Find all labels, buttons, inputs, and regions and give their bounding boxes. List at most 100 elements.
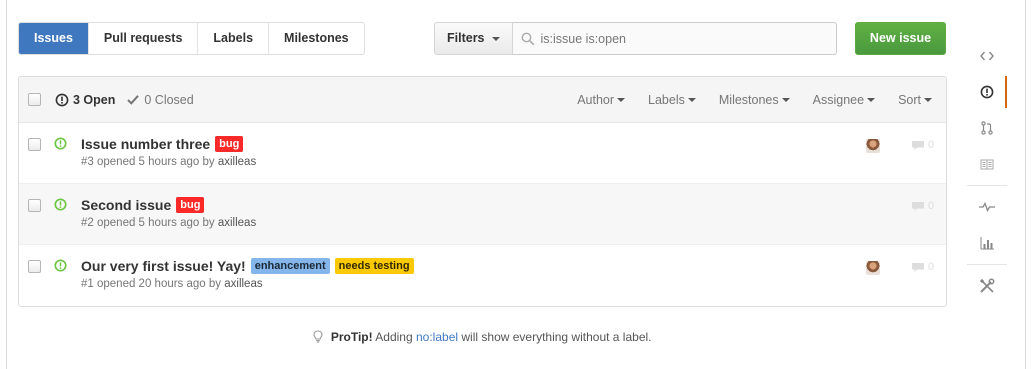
- issue-title-line: Issue number three bug: [81, 136, 256, 152]
- issue-main: Our very first issue! Yay! enhancement n…: [81, 258, 414, 290]
- comments-count-label: 0: [928, 200, 935, 212]
- issue-title-link[interactable]: Our very first issue! Yay!: [81, 258, 246, 274]
- tab-milestones[interactable]: Milestones: [268, 23, 364, 54]
- issue-meta: #1 opened 20 hours ago by axilleas: [81, 278, 414, 290]
- comments-count-label: 0: [928, 261, 935, 273]
- tools-icon: [979, 278, 995, 293]
- comments-count[interactable]: 0: [911, 139, 934, 151]
- chevron-down-icon: [491, 36, 500, 41]
- book-icon: [980, 159, 994, 169]
- closed-count-label: 0 Closed: [144, 92, 194, 107]
- labels-filter-label: Labels: [648, 93, 685, 107]
- issue-label[interactable]: bug: [215, 136, 244, 152]
- comment-icon: [912, 140, 924, 150]
- issue-opened-icon: [54, 259, 67, 272]
- filter-search-group: Filters: [434, 22, 837, 55]
- sidebar-divider: [967, 185, 1007, 186]
- issue-label[interactable]: enhancement: [250, 258, 330, 274]
- issue-meta: #2 opened 5 hours ago by axilleas: [81, 217, 256, 229]
- issue-meta: #3 opened 5 hours ago by axilleas: [81, 156, 256, 168]
- code-icon: [980, 51, 994, 61]
- sort-filter[interactable]: Sort: [898, 93, 932, 107]
- tab-issues[interactable]: Issues: [19, 23, 88, 54]
- graph-icon: [980, 236, 994, 249]
- filters-button-label: Filters: [447, 31, 485, 45]
- comment-icon: [912, 262, 924, 272]
- sidebar-item-code[interactable]: [967, 38, 1007, 74]
- issue-title-link[interactable]: Issue number three: [81, 136, 210, 152]
- milestones-filter[interactable]: Milestones: [719, 93, 790, 107]
- sidebar-item-issues[interactable]: [967, 74, 1007, 110]
- pulse-icon: [979, 202, 995, 212]
- assignee-filter[interactable]: Assignee: [812, 93, 876, 107]
- issue-meta-text: #3 opened 5 hours ago by: [81, 156, 215, 168]
- git-pull-request-icon: [981, 121, 993, 135]
- new-issue-button[interactable]: New issue: [855, 22, 946, 55]
- issue-author-link[interactable]: axilleas: [218, 156, 256, 168]
- subnav: Issues Pull requests Labels Milestones: [18, 22, 365, 55]
- avatar[interactable]: [866, 139, 880, 153]
- issue-checkbox[interactable]: [28, 199, 41, 212]
- protip-before: Adding: [375, 330, 413, 344]
- issue-checkbox[interactable]: [28, 138, 41, 151]
- issue-title-link[interactable]: Second issue: [81, 197, 171, 213]
- issue-opened-icon: [54, 198, 67, 211]
- protip: ProTip! Adding no:label will show everyt…: [0, 330, 965, 344]
- protip-link[interactable]: no:label: [416, 330, 458, 344]
- open-count-label: 3 Open: [73, 92, 116, 107]
- sidebar-item-settings[interactable]: [967, 268, 1007, 304]
- sidebar-divider: [967, 264, 1007, 265]
- sidebar-item-graphs[interactable]: [967, 225, 1007, 261]
- table-row: Second issue bug #2 opened 5 hours ago b…: [19, 184, 946, 245]
- chevron-down-icon: [781, 98, 790, 102]
- header-filters: Author Labels Milestones Assignee Sort: [554, 77, 932, 123]
- issue-label[interactable]: bug: [176, 197, 205, 213]
- assignee-filter-label: Assignee: [812, 93, 865, 107]
- filters-button[interactable]: Filters: [434, 22, 513, 55]
- search-box[interactable]: [512, 22, 837, 55]
- issue-main: Issue number three bug #3 opened 5 hours…: [81, 136, 256, 168]
- author-filter-label: Author: [577, 93, 615, 107]
- issue-opened-icon: [980, 85, 994, 99]
- issue-main: Second issue bug #2 opened 5 hours ago b…: [81, 197, 256, 229]
- labels-filter[interactable]: Labels: [648, 93, 696, 107]
- issue-checkbox[interactable]: [28, 260, 41, 273]
- issues-list-header: 3 Open 0 Closed Author Labels Milestones…: [19, 77, 946, 123]
- protip-strong: ProTip!: [330, 330, 373, 344]
- issue-author-link[interactable]: axilleas: [224, 278, 262, 290]
- table-row: Issue number three bug #3 opened 5 hours…: [19, 123, 946, 184]
- chevron-down-icon: [617, 98, 626, 102]
- tab-pull-requests[interactable]: Pull requests: [87, 23, 198, 54]
- issue-meta-text: #2 opened 5 hours ago by: [81, 217, 215, 229]
- sidebar-item-pull-requests[interactable]: [967, 110, 1007, 146]
- sidebar-item-pulse[interactable]: [967, 189, 1007, 225]
- protip-after: will show everything without a label.: [461, 330, 652, 344]
- author-filter[interactable]: Author: [577, 93, 626, 107]
- chevron-down-icon: [867, 98, 876, 102]
- select-all-checkbox[interactable]: [28, 93, 41, 106]
- milestones-filter-label: Milestones: [718, 93, 779, 107]
- comment-icon: [912, 201, 924, 211]
- check-icon: [127, 95, 140, 105]
- light-bulb-icon: [313, 330, 324, 343]
- search-input[interactable]: [540, 31, 821, 46]
- chevron-down-icon: [687, 98, 696, 102]
- tab-labels[interactable]: Labels: [197, 23, 269, 54]
- comments-count[interactable]: 0: [911, 200, 934, 212]
- avatar[interactable]: [866, 261, 880, 275]
- issue-opened-icon: [54, 137, 67, 150]
- open-issues-toggle[interactable]: 3 Open: [55, 93, 115, 107]
- issue-label[interactable]: needs testing: [334, 258, 414, 274]
- comments-count[interactable]: 0: [911, 261, 934, 273]
- sort-filter-label: Sort: [898, 93, 921, 107]
- issues-list: 3 Open 0 Closed Author Labels Milestones…: [18, 76, 947, 307]
- issue-meta-text: #1 opened 20 hours ago by: [81, 278, 222, 290]
- sidebar-item-wiki[interactable]: [967, 146, 1007, 182]
- issue-title-line: Our very first issue! Yay! enhancement n…: [81, 258, 414, 274]
- comments-count-label: 0: [928, 139, 935, 151]
- closed-issues-toggle[interactable]: 0 Closed: [127, 92, 194, 107]
- issue-title-line: Second issue bug: [81, 197, 256, 213]
- issue-opened-icon: [55, 93, 69, 106]
- repo-sidebar: [967, 38, 1007, 304]
- issue-author-link[interactable]: axilleas: [218, 217, 256, 229]
